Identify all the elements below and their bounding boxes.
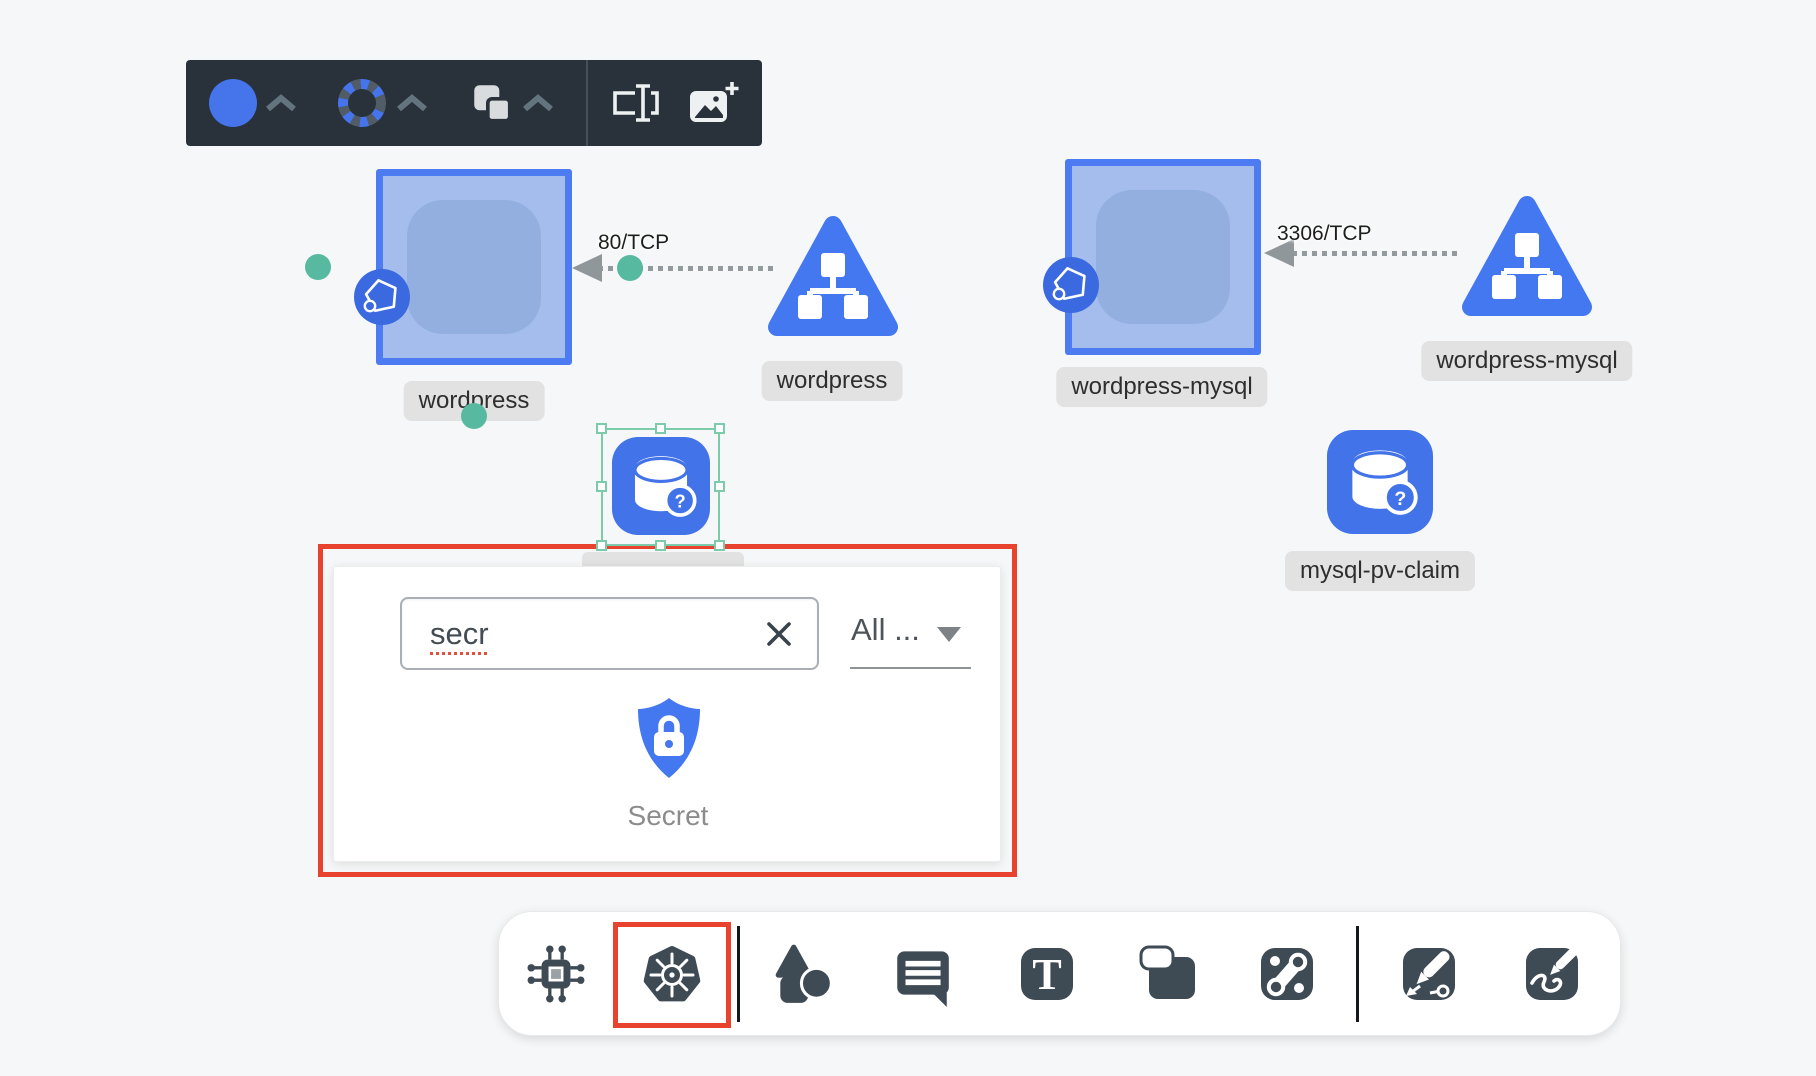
selection-handle[interactable] (714, 423, 725, 434)
edge-connector[interactable] (1292, 251, 1462, 256)
fill-style-expand-button[interactable] (263, 93, 299, 113)
selection-handle[interactable] (655, 423, 666, 434)
deployment-node-wordpress[interactable] (376, 169, 572, 365)
chevron-up-icon (520, 93, 556, 113)
selection-handle[interactable] (596, 540, 607, 551)
database-question-icon: ? (612, 437, 710, 535)
selection-handle[interactable] (714, 540, 725, 551)
style-toolbar (186, 60, 762, 146)
deployment-inner-shape (407, 200, 541, 334)
pen-arrow-icon (1396, 941, 1462, 1007)
service-node-wordpress[interactable] (766, 213, 900, 345)
edge-label[interactable]: 3306/TCP (1277, 222, 1372, 246)
connector-link-icon (1254, 941, 1320, 1007)
deployment-inner-shape (1096, 190, 1230, 324)
edge-label[interactable]: 80/TCP (598, 231, 669, 255)
svg-text:T: T (1032, 950, 1061, 999)
pod-icon (353, 268, 411, 326)
dashed-ring-icon (336, 77, 388, 129)
text-tool-button[interactable]: T (1014, 941, 1080, 1007)
comment-tool-button[interactable] (889, 941, 955, 1007)
stroke-style-expand-button[interactable] (394, 93, 430, 113)
copy-style-button[interactable] (468, 79, 516, 127)
stroke-style-button[interactable] (336, 77, 388, 129)
connector-tool-button[interactable] (1254, 941, 1320, 1007)
pod-icon (1042, 256, 1100, 314)
connection-point[interactable] (461, 403, 487, 429)
connection-point[interactable] (305, 254, 331, 280)
svg-text:?: ? (675, 490, 686, 511)
service-node-wordpress-mysql[interactable] (1460, 193, 1594, 325)
deployment-node-wordpress-mysql[interactable] (1065, 159, 1261, 355)
palette-divider (737, 926, 740, 1022)
shapes-icon (770, 941, 836, 1007)
tool-palette: T (498, 911, 1621, 1036)
fill-style-button[interactable] (209, 79, 257, 127)
svg-text:?: ? (1394, 488, 1406, 510)
chevron-up-icon (263, 93, 299, 113)
pen-connector-tool-button[interactable] (1396, 941, 1462, 1007)
secret-result-icon[interactable] (634, 695, 704, 781)
kubernetes-helm-icon (639, 941, 705, 1007)
infrastructure-tool-button[interactable] (523, 941, 589, 1007)
palette-divider (1356, 926, 1359, 1022)
search-query-text: secr (430, 616, 763, 652)
selection-handle[interactable] (714, 481, 725, 492)
pvc-node-mysql-pv-claim[interactable]: ? (1327, 430, 1433, 534)
frame-tool-button[interactable] (1137, 941, 1203, 1007)
search-input[interactable]: secr (400, 597, 819, 670)
rename-button[interactable] (607, 81, 663, 125)
secret-result-label[interactable]: Secret (568, 800, 768, 832)
rename-text-cursor-icon (607, 81, 663, 125)
clear-search-icon[interactable] (763, 618, 795, 650)
kubernetes-tool-button[interactable] (639, 941, 705, 1007)
toolbar-divider (586, 60, 588, 146)
dropdown-caret-icon[interactable] (937, 627, 961, 642)
arrowhead-icon (572, 254, 602, 282)
node-label[interactable]: wordpress-mysql (1056, 367, 1267, 407)
resource-filter-dropdown[interactable]: All ... (851, 612, 920, 648)
circuit-chip-icon (523, 941, 589, 1007)
selection-handle[interactable] (596, 481, 607, 492)
frame-icon (1137, 941, 1203, 1007)
resource-picker-popup: secr All ... Secret (333, 566, 1001, 862)
pvc-node-selected[interactable]: ? (612, 437, 710, 535)
chevron-up-icon (394, 93, 430, 113)
shapes-tool-button[interactable] (770, 941, 836, 1007)
selection-handle[interactable] (596, 423, 607, 434)
diagram-canvas[interactable]: wordpress 80/TCP wordpress wordpress-mys… (0, 0, 1816, 1076)
node-label[interactable]: wordpress (762, 361, 903, 401)
fill-color-swatch-icon (209, 79, 257, 127)
selection-handle[interactable] (655, 540, 666, 551)
text-icon: T (1014, 941, 1080, 1007)
copy-style-expand-button[interactable] (520, 93, 556, 113)
node-label[interactable]: wordpress-mysql (1421, 341, 1632, 381)
database-question-icon: ? (1327, 430, 1433, 534)
pencil-scribble-icon (1519, 941, 1585, 1007)
connection-point[interactable] (617, 255, 643, 281)
replace-image-button[interactable] (686, 79, 740, 127)
dropdown-underline (850, 667, 971, 669)
node-label[interactable]: mysql-pv-claim (1285, 551, 1475, 591)
copy-style-icon (468, 79, 516, 127)
comment-bubble-icon (889, 941, 955, 1007)
freehand-draw-tool-button[interactable] (1519, 941, 1585, 1007)
image-plus-icon (686, 79, 740, 127)
